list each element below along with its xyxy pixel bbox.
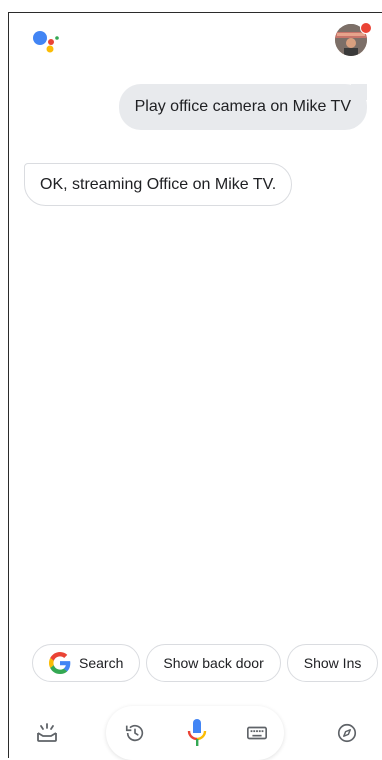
bottom-action-bar: [8, 704, 382, 760]
microphone-icon[interactable]: [184, 716, 210, 750]
assistant-reply-text: OK, streaming Office on Mike TV.: [40, 175, 277, 193]
google-assistant-logo-icon: [33, 31, 59, 53]
suggestion-chip-show-ins[interactable]: Show Ins: [286, 644, 379, 682]
snapshot-icon[interactable]: [34, 720, 60, 746]
suggestion-chips: Search Show back door Show Ins: [32, 644, 382, 684]
suggestion-chip-search[interactable]: Search: [32, 644, 141, 682]
suggestion-chip-show-back-door[interactable]: Show back door: [146, 644, 281, 682]
suggestion-chip-label: Search: [79, 655, 124, 671]
assistant-reply-bubble: OK, streaming Office on Mike TV.: [24, 163, 293, 206]
user-query-bubble: Play office camera on Mike TV: [118, 84, 368, 130]
notification-dot: [360, 22, 372, 34]
explore-compass-icon[interactable]: [334, 720, 360, 746]
suggestion-chip-label: Show Ins: [303, 655, 362, 671]
keyboard-icon[interactable]: [244, 720, 270, 746]
history-icon[interactable]: [122, 720, 148, 746]
user-query-text: Play office camera on Mike TV: [134, 98, 351, 115]
suggestion-chip-label: Show back door: [163, 655, 264, 671]
google-g-icon: [49, 652, 71, 674]
